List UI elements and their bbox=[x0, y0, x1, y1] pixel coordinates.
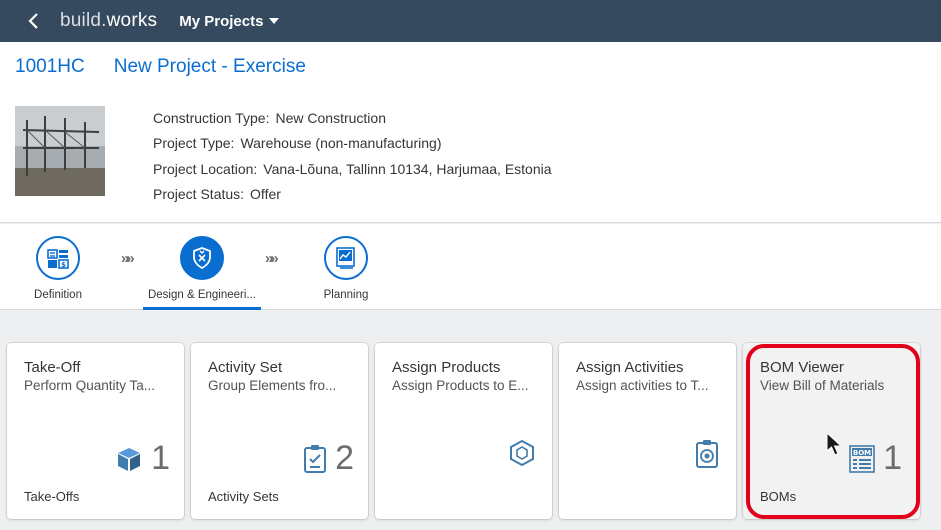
tile-kpi: 1 bbox=[115, 439, 170, 478]
flow-separator-icon: »» bbox=[265, 250, 279, 267]
project-image bbox=[15, 106, 105, 196]
svg-text:$: $ bbox=[61, 261, 66, 269]
tile-title: Take-Off bbox=[24, 359, 81, 376]
tile-title: BOM Viewer bbox=[760, 359, 844, 376]
tile-kpi: BOM 1 bbox=[849, 439, 902, 478]
step-planning[interactable]: Planning bbox=[281, 236, 411, 301]
tile-count: 1 bbox=[151, 439, 170, 477]
tile-title: Activity Set bbox=[208, 359, 283, 376]
page-title: 1001HC New Project - Exercise bbox=[15, 56, 306, 78]
tile-subtitle: Assign Products to E... bbox=[392, 378, 529, 393]
tile-assign-products[interactable]: Assign Products Assign Products to E... bbox=[375, 343, 552, 519]
tile-count: 1 bbox=[883, 439, 902, 477]
tile-subtitle: Group Elements fro... bbox=[208, 378, 337, 393]
planning-icon bbox=[336, 247, 355, 269]
step-label: Design & Engineeri... bbox=[147, 289, 257, 301]
project-id: 1001HC bbox=[15, 56, 85, 77]
bom-icon: BOM bbox=[849, 444, 875, 473]
back-button[interactable] bbox=[20, 0, 48, 42]
tile-take-off[interactable]: Take-Off Perform Quantity Ta... 1 Take-O… bbox=[7, 343, 184, 519]
app-title: My Projects bbox=[179, 12, 264, 30]
tile-footer: BOMs bbox=[760, 489, 797, 504]
cube-icon bbox=[118, 447, 141, 471]
product-icon bbox=[510, 439, 534, 467]
tile-activity-set[interactable]: Activity Set Group Elements fro... 2 Act… bbox=[191, 343, 368, 519]
process-flow: $ Definition »» Design & Engineeri... »»… bbox=[0, 224, 941, 310]
activity-icon bbox=[696, 440, 718, 468]
object-header: 1001HC New Project - Exercise Constructi… bbox=[0, 42, 941, 223]
definition-icon: $ bbox=[47, 249, 69, 269]
my-projects-menu[interactable]: My Projects bbox=[179, 12, 280, 30]
flow-separator-icon: »» bbox=[121, 250, 135, 267]
active-step-indicator bbox=[143, 307, 261, 310]
tile-title: Assign Activities bbox=[576, 359, 684, 376]
tile-footer: Take-Offs bbox=[24, 489, 80, 504]
back-arrow-icon bbox=[28, 13, 38, 29]
tile-title: Assign Products bbox=[392, 359, 501, 376]
caret-down-icon bbox=[269, 18, 280, 24]
tile-subtitle: Perform Quantity Ta... bbox=[24, 378, 156, 393]
tile-kpi bbox=[695, 439, 719, 469]
tile-bom-viewer[interactable]: BOM Viewer View Bill of Materials BOM 1 … bbox=[743, 343, 920, 519]
tile-footer: Activity Sets bbox=[208, 489, 279, 504]
clipboard-check-icon bbox=[304, 444, 327, 473]
attr-project-type: Project Type: Warehouse (non-manufacturin… bbox=[153, 135, 442, 152]
step-label: Definition bbox=[34, 289, 82, 301]
bom-icon-label: BOM bbox=[853, 449, 871, 457]
tile-kpi: 2 bbox=[303, 439, 354, 478]
step-definition[interactable]: $ Definition bbox=[0, 236, 123, 301]
project-attributes: Construction Type: New Construction Proje… bbox=[153, 106, 552, 207]
shield-icon bbox=[193, 247, 211, 270]
tile-count: 2 bbox=[335, 439, 354, 477]
step-label: Planning bbox=[323, 289, 369, 301]
tile-subtitle: View Bill of Materials bbox=[760, 378, 885, 393]
app-logo[interactable]: build.works bbox=[60, 10, 157, 32]
step-design-engineering[interactable]: Design & Engineeri... bbox=[137, 236, 267, 301]
shell-bar: build.works My Projects bbox=[0, 0, 941, 42]
project-name: New Project - Exercise bbox=[113, 56, 306, 77]
attr-project-location: Project Location: Vana-Lõuna, Tallinn 101… bbox=[153, 160, 552, 177]
attr-construction-type: Construction Type: New Construction bbox=[153, 110, 386, 126]
tile-assign-activities[interactable]: Assign Activities Assign activities to T… bbox=[559, 343, 736, 519]
tile-kpi bbox=[509, 439, 535, 467]
attr-project-status: Project Status: Offer bbox=[153, 185, 281, 202]
tile-subtitle: Assign activities to T... bbox=[576, 378, 709, 393]
mouse-cursor-icon bbox=[826, 432, 843, 456]
